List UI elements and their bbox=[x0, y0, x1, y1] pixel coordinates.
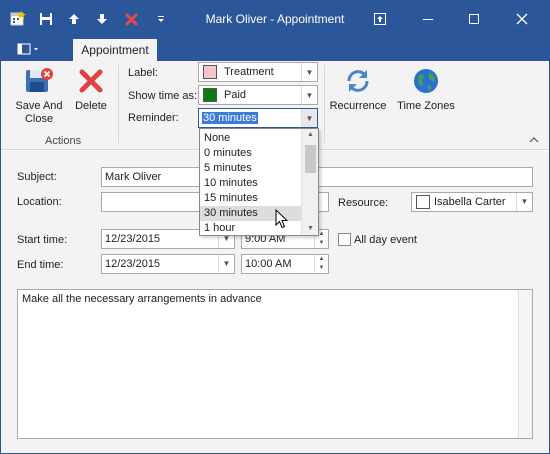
end-time-field[interactable]: 10:00 AM ▲ ▼ bbox=[241, 254, 329, 274]
end-date-value: 12/23/2015 bbox=[105, 258, 161, 270]
end-time-value: 10:00 AM bbox=[245, 258, 292, 270]
chevron-down-icon[interactable]: ▼ bbox=[301, 86, 317, 104]
collapse-ribbon-icon[interactable] bbox=[529, 135, 539, 146]
end-date-field[interactable]: 12/23/2015 ▼ bbox=[101, 254, 235, 274]
subject-label: Subject: bbox=[17, 171, 57, 183]
reminder-option[interactable]: 0 minutes bbox=[200, 146, 301, 161]
time-zones-label: Time Zones bbox=[397, 100, 455, 112]
end-time-label: End time: bbox=[17, 259, 64, 271]
start-date-value: 12/23/2015 bbox=[105, 233, 161, 245]
delete-x-icon bbox=[71, 66, 111, 96]
scroll-down-icon[interactable]: ▼ bbox=[302, 223, 319, 235]
reminder-dropdown-list: None 0 minutes 5 minutes 10 minutes 15 m… bbox=[199, 128, 319, 236]
label-color-swatch bbox=[203, 65, 217, 79]
mouse-pointer-icon bbox=[275, 208, 289, 232]
show-time-as-value: Paid bbox=[224, 89, 247, 101]
save-close-icon bbox=[13, 66, 65, 96]
recurrence-button[interactable]: Recurrence bbox=[328, 66, 388, 113]
chevron-down-icon[interactable]: ▼ bbox=[218, 255, 234, 273]
show-time-color-swatch bbox=[203, 88, 217, 102]
resource-combo[interactable]: Isabella Carter ▼ bbox=[411, 192, 533, 212]
recurrence-label: Recurrence bbox=[329, 100, 387, 112]
start-time-label: Start time: bbox=[17, 234, 68, 246]
minimize-icon[interactable] bbox=[413, 7, 443, 31]
show-time-as-combo[interactable]: Paid ▼ bbox=[198, 85, 318, 105]
reminder-caption: Reminder: bbox=[128, 112, 179, 124]
delete-button[interactable]: Delete bbox=[71, 66, 111, 113]
ribbon-separator bbox=[118, 65, 119, 143]
all-day-label: All day event bbox=[354, 234, 417, 246]
dropdown-scrollbar[interactable]: ▲ ▼ bbox=[301, 129, 318, 235]
all-day-checkbox[interactable] bbox=[338, 233, 351, 246]
actions-group-label: Actions bbox=[45, 135, 82, 147]
maximize-icon[interactable] bbox=[459, 7, 489, 31]
label-caption: Label: bbox=[128, 67, 158, 79]
reminder-value[interactable]: 30 minutes bbox=[202, 112, 258, 124]
close-icon[interactable] bbox=[507, 7, 537, 31]
reminder-combo[interactable]: 30 minutes ▼ bbox=[198, 108, 318, 128]
chevron-down-icon[interactable]: ▼ bbox=[516, 193, 532, 211]
globe-icon bbox=[396, 66, 456, 96]
resource-color-swatch bbox=[416, 195, 430, 209]
reminder-option[interactable]: 10 minutes bbox=[200, 176, 301, 191]
label-combo[interactable]: Treatment ▼ bbox=[198, 62, 318, 82]
save-and-close-label-1: Save And bbox=[15, 100, 63, 112]
save-and-close-button[interactable]: Save And Close bbox=[13, 66, 65, 126]
delete-label: Delete bbox=[75, 100, 107, 112]
recurrence-icon bbox=[328, 66, 388, 96]
time-zones-button[interactable]: Time Zones bbox=[396, 66, 456, 113]
reminder-option[interactable]: 15 minutes bbox=[200, 191, 301, 206]
label-value: Treatment bbox=[224, 66, 274, 78]
scroll-thumb[interactable] bbox=[305, 145, 316, 173]
chevron-down-icon[interactable]: ▼ bbox=[301, 109, 317, 127]
appointment-window: Mark Oliver - Appointment Appointment Sa… bbox=[0, 0, 550, 454]
show-time-as-caption: Show time as: bbox=[128, 90, 198, 102]
notes-textarea[interactable]: Make all the necessary arrangements in a… bbox=[17, 289, 533, 439]
restore-icon[interactable] bbox=[365, 7, 395, 31]
save-and-close-label-2: Close bbox=[24, 113, 54, 125]
scroll-up-icon[interactable]: ▲ bbox=[302, 129, 319, 141]
notes-scrollbar[interactable] bbox=[518, 290, 532, 438]
end-time-spinner[interactable]: ▲ ▼ bbox=[314, 255, 328, 273]
location-label: Location: bbox=[17, 196, 62, 208]
ribbon-tabs: Appointment bbox=[1, 37, 549, 61]
reminder-option[interactable]: 5 minutes bbox=[200, 161, 301, 176]
tab-appointment[interactable]: Appointment bbox=[73, 39, 157, 61]
notes-text: Make all the necessary arrangements in a… bbox=[22, 293, 262, 305]
file-menu-icon[interactable] bbox=[9, 39, 49, 59]
title-bar: Mark Oliver - Appointment bbox=[1, 1, 549, 37]
reminder-option[interactable]: None bbox=[200, 131, 301, 146]
chevron-down-icon[interactable]: ▼ bbox=[301, 63, 317, 81]
resource-value: Isabella Carter bbox=[434, 196, 506, 208]
ribbon-separator bbox=[324, 65, 325, 143]
resource-label: Resource: bbox=[338, 197, 389, 209]
